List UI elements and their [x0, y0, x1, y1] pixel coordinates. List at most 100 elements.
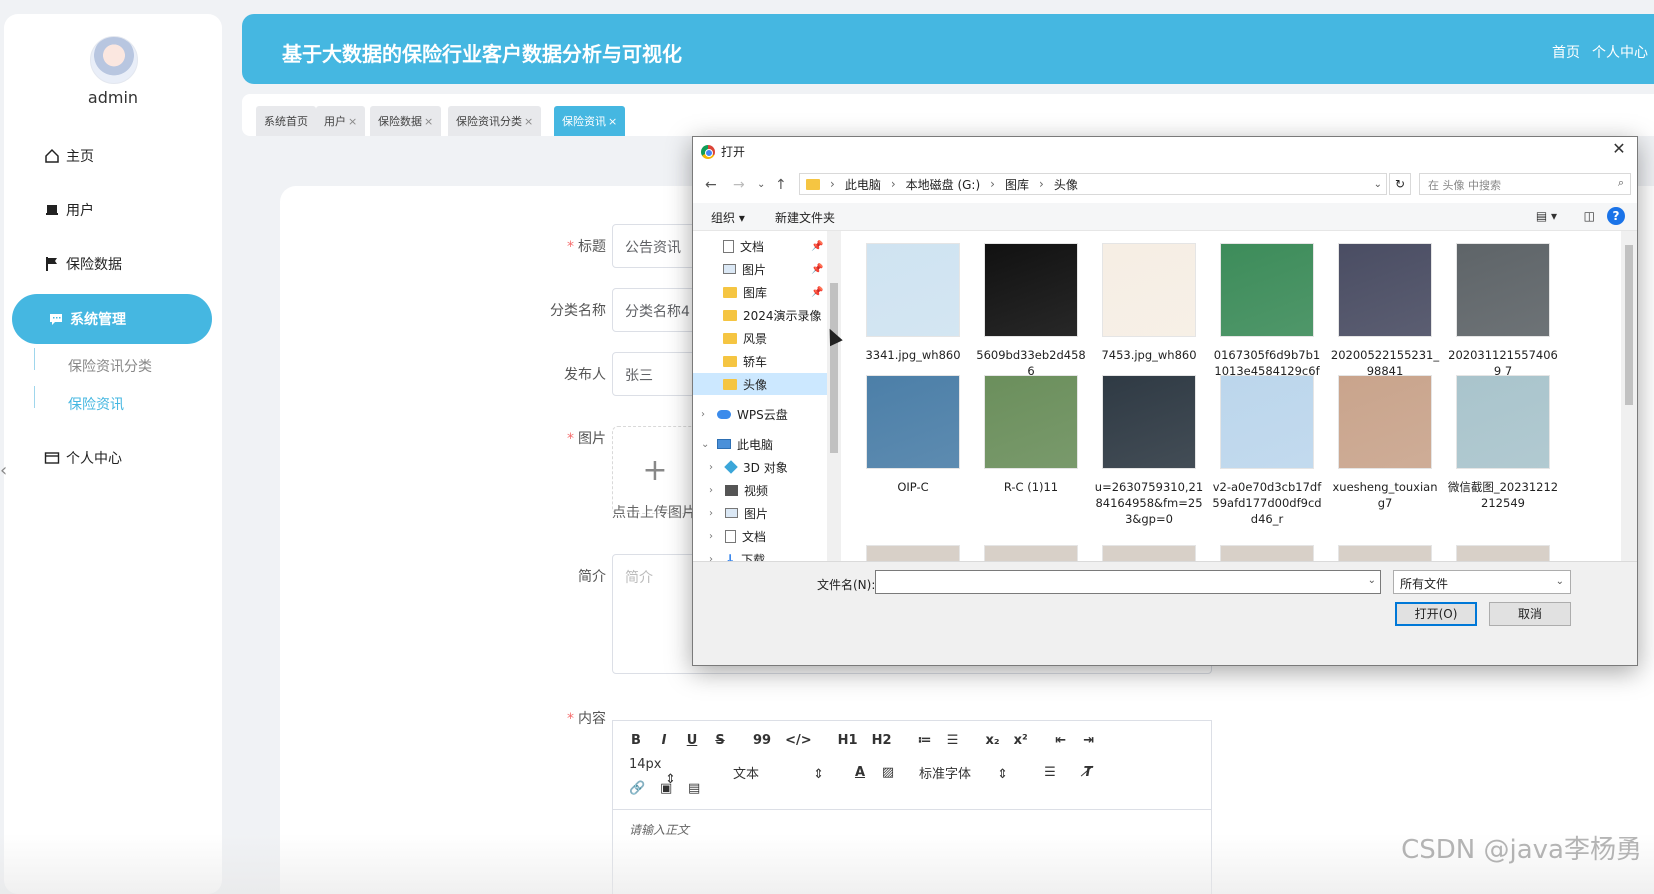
file-item[interactable]: 3341.jpg_wh860 [857, 243, 969, 363]
file-thumbnail[interactable] [984, 545, 1078, 561]
address-dropdown-icon[interactable]: ⌄ [1374, 179, 1382, 190]
file-thumbnail[interactable] [1102, 545, 1196, 561]
file-item[interactable]: v2-a0e70d3cb17df59afd177d00df9cdd46_r [1211, 375, 1323, 527]
expand-chevron-icon[interactable]: ⌄ [701, 439, 711, 450]
file-item[interactable]: 微信截图_20231212212549 [1447, 375, 1559, 511]
open-button[interactable]: 打开(O) [1395, 602, 1477, 626]
breadcrumb-this-pc[interactable]: 此电脑 [845, 176, 881, 193]
file-thumbnail[interactable] [1220, 545, 1314, 561]
cancel-button[interactable]: 取消 [1489, 602, 1571, 626]
tree-item[interactable]: 头像 [693, 373, 827, 395]
tree-item[interactable]: › 3D 对象 [709, 456, 827, 478]
background-color-icon[interactable]: ▨ [881, 765, 895, 780]
submenu-item-insurance-news[interactable]: 保险资讯 [68, 394, 124, 414]
search-input[interactable]: 在 头像 中搜索 ⌕ [1419, 173, 1631, 195]
tab-insurance-data[interactable]: 保险数据 × [370, 106, 442, 136]
indent-button[interactable]: ⇥ [1082, 733, 1096, 748]
ordered-list-button[interactable]: ≔ [918, 733, 932, 748]
italic-button[interactable]: I [657, 733, 671, 748]
tab-insurance-news-category[interactable]: 保险资讯分类 × [448, 106, 542, 136]
tree-item[interactable]: › 视频 [709, 479, 827, 501]
file-thumbnail[interactable] [1338, 545, 1432, 561]
bold-button[interactable]: B [629, 733, 643, 748]
header-select[interactable]: 文本 ⇕ [733, 763, 843, 782]
align-icon[interactable]: ☰ [1043, 765, 1057, 780]
close-icon[interactable]: × [348, 115, 357, 128]
video-icon[interactable]: ▤ [687, 781, 701, 796]
close-icon[interactable]: × [608, 115, 617, 128]
sidebar-item-insurance-data[interactable]: 保险数据 [44, 252, 122, 276]
filetype-select[interactable]: 所有文件 ⌄ [1393, 570, 1571, 594]
expand-chevron-icon[interactable]: › [709, 485, 719, 496]
address-bar[interactable]: › 此电脑 › 本地磁盘 (G:) › 图库 › 头像 ⌄ [799, 173, 1387, 195]
collapse-arrow-icon[interactable]: ‹ [0, 460, 7, 481]
font-color-icon[interactable]: A [853, 765, 867, 780]
h2-button[interactable]: H2 [872, 733, 892, 748]
filename-input[interactable]: ⌄ [875, 570, 1381, 594]
close-icon[interactable]: × [524, 115, 533, 128]
subscript-button[interactable]: x₂ [986, 733, 1000, 748]
file-item[interactable]: 20200522155231_98841 [1329, 243, 1441, 379]
organize-button[interactable]: 组织 ▾ [711, 209, 745, 226]
rich-text-editor[interactable]: B I U S 99 </> H1 H2 ≔ ☰ x₂ x² ⇤ ⇥ 14px … [612, 720, 1212, 894]
file-item[interactable]: u=2630759310,2184164958&fm=253&gp=0 [1093, 375, 1205, 527]
back-arrow-icon[interactable]: ← [705, 177, 717, 193]
recent-dropdown-icon[interactable]: ⌄ [757, 179, 765, 190]
refresh-icon[interactable]: ↻ [1389, 173, 1411, 195]
image-icon[interactable]: ▣ [659, 781, 673, 796]
sidebar-item-personal-center[interactable]: 个人中心 [44, 446, 122, 470]
tree-item[interactable]: 2024演示录像 [693, 304, 827, 326]
breadcrumb-avatar[interactable]: 头像 [1054, 176, 1078, 193]
image-upload-button[interactable]: + [612, 426, 698, 514]
font-family-select[interactable]: 标准字体 ⇕ [919, 763, 1029, 782]
scrollbar-thumb[interactable] [830, 283, 838, 453]
breadcrumb-gallery[interactable]: 图库 [1005, 176, 1029, 193]
files-scrollbar[interactable] [1621, 231, 1637, 561]
blockquote-button[interactable]: 99 [753, 733, 771, 748]
tree-item[interactable]: › WPS云盘 [701, 403, 827, 425]
sidebar-item-users[interactable]: 用户 [44, 198, 94, 222]
breadcrumb-local-disk[interactable]: 本地磁盘 (G:) [906, 176, 981, 193]
file-item[interactable]: 5609bd33eb2d4586 [975, 243, 1087, 379]
clear-format-icon[interactable]: T̸ [1081, 765, 1095, 780]
superscript-button[interactable]: x² [1014, 733, 1028, 748]
file-item[interactable]: 2020311215574069 7 [1447, 243, 1559, 379]
sidebar-item-system-management[interactable]: 系统管理 [12, 294, 212, 344]
tab-insurance-news[interactable]: 保险资讯 × [554, 106, 626, 136]
underline-button[interactable]: U [685, 733, 699, 748]
tree-item[interactable]: 风景 [693, 327, 827, 349]
tree-item[interactable]: 轿车 [693, 350, 827, 372]
tree-item[interactable]: › 图片 [709, 502, 827, 524]
file-item[interactable]: xuesheng_touxiang7 [1329, 375, 1441, 511]
scrollbar-thumb[interactable] [1625, 245, 1633, 405]
tab-users[interactable]: 用户 × [316, 106, 366, 136]
expand-chevron-icon[interactable]: › [709, 462, 719, 473]
bullet-list-button[interactable]: ☰ [946, 733, 960, 748]
dialog-close-button[interactable]: ✕ [1607, 139, 1631, 159]
avatar[interactable] [90, 36, 138, 84]
tree-scrollbar[interactable] [827, 231, 841, 561]
profile-link[interactable]: 个人中心 [1592, 42, 1648, 62]
code-block-button[interactable]: </> [785, 733, 812, 748]
file-item[interactable]: 7453.jpg_wh860 [1093, 243, 1205, 363]
sidebar-item-home[interactable]: 主页 [44, 144, 94, 168]
tree-item[interactable]: ⌄ 此电脑 [701, 433, 827, 455]
file-item[interactable]: R-C (1)11 [975, 375, 1087, 495]
help-icon[interactable]: ? [1607, 207, 1625, 225]
view-options-icon[interactable]: ▤ ▾ [1536, 209, 1557, 223]
submenu-item-insurance-news-category[interactable]: 保险资讯分类 [68, 356, 152, 376]
chevron-down-icon[interactable]: ⌄ [1368, 575, 1376, 586]
tree-item[interactable]: › 文档 [709, 525, 827, 547]
home-link[interactable]: 首页 [1552, 42, 1580, 62]
new-folder-button[interactable]: 新建文件夹 [775, 209, 835, 226]
preview-pane-icon[interactable]: ◫ [1584, 209, 1595, 223]
tree-item[interactable]: 图库 📌 [693, 281, 827, 303]
up-arrow-icon[interactable]: ↑ [775, 177, 787, 193]
expand-chevron-icon[interactable]: › [709, 508, 719, 519]
tree-item[interactable]: 图片 📌 [693, 258, 827, 280]
file-item[interactable]: 0167305f6d9b7b11013e4584129c6f [1211, 243, 1323, 379]
file-thumbnail[interactable] [866, 545, 960, 561]
strike-button[interactable]: S [713, 733, 727, 748]
file-item[interactable]: OIP-C [857, 375, 969, 495]
tab-system-home[interactable]: 系统首页 [256, 106, 316, 136]
